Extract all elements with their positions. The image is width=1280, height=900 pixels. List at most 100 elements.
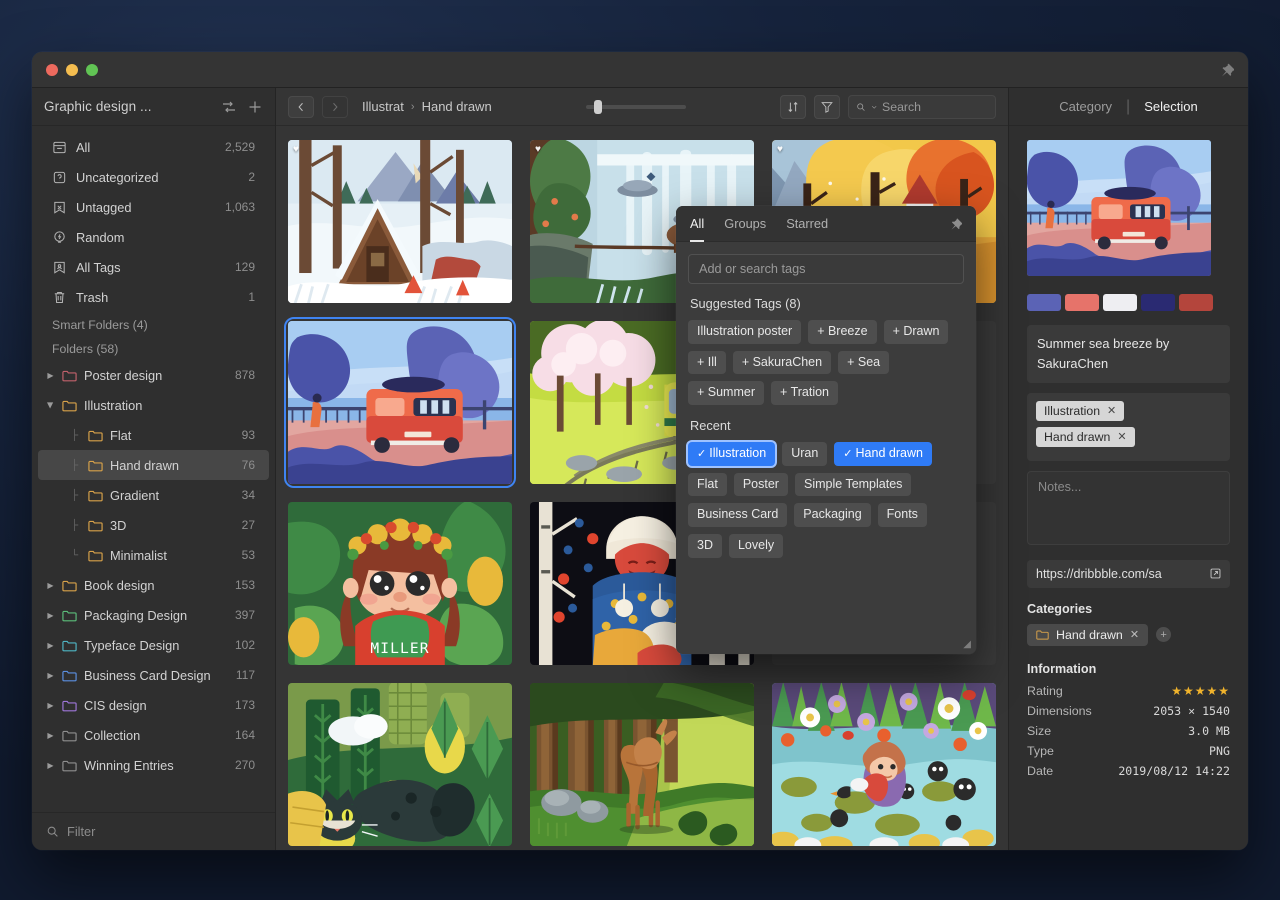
grid-tile-cat-in-leaves[interactable] [288, 683, 512, 846]
sidebar-folder-cis-design[interactable]: ▶CIS design173 [38, 690, 269, 720]
resize-grip[interactable]: ◢ [963, 639, 971, 650]
plus-icon[interactable] [247, 99, 263, 115]
sidebar-folder-business-card-design[interactable]: ▶Business Card Design117 [38, 660, 269, 690]
item-tag-pill[interactable]: Hand drawn✕ [1036, 427, 1135, 447]
slider-knob[interactable] [594, 100, 602, 114]
sidebar-folder-collection[interactable]: ▶Collection164 [38, 720, 269, 750]
sidebar-item-random[interactable]: Random [38, 222, 269, 252]
color-swatch[interactable] [1027, 294, 1061, 311]
sidebar-folder-typeface-design[interactable]: ▶Typeface Design102 [38, 630, 269, 660]
disclosure-triangle[interactable]: ▶ [46, 701, 55, 710]
sidebar-folder-illustration[interactable]: ▶Illustration [38, 390, 269, 420]
remove-category-icon[interactable]: ✕ [1130, 628, 1139, 641]
disclosure-triangle[interactable]: ▶ [46, 641, 55, 650]
forward-button[interactable] [322, 96, 348, 118]
search-input[interactable] [882, 100, 988, 114]
recent-tag-chip[interactable]: Flat [688, 473, 727, 497]
disclosure-triangle[interactable]: ▶ [46, 401, 55, 410]
recent-tag-chip[interactable]: Simple Templates [795, 473, 911, 497]
recent-tag-chip[interactable]: Fonts [878, 503, 927, 527]
suggested-tag-chip[interactable]: + SakuraChen [733, 351, 831, 375]
disclosure-triangle[interactable]: ▶ [46, 761, 55, 770]
recent-tag-chip[interactable]: 3D [688, 534, 722, 558]
disclosure-triangle[interactable]: ▶ [46, 611, 55, 620]
favorite-heart-icon[interactable]: ♥ [535, 144, 541, 155]
minimize-button[interactable] [66, 64, 78, 76]
recent-tag-chip[interactable]: Packaging [794, 503, 870, 527]
sidebar-item-all-tags[interactable]: All Tags 129 [38, 252, 269, 282]
filter-input[interactable] [67, 824, 261, 839]
tag-search-input[interactable] [688, 254, 964, 284]
recent-tag-chip[interactable]: Poster [734, 473, 788, 497]
smart-folders-label[interactable]: Smart Folders (4) [32, 312, 275, 336]
sidebar-folder-flat[interactable]: ├Flat93 [38, 420, 269, 450]
suggested-tag-chip[interactable]: + Drawn [884, 320, 949, 344]
color-swatch[interactable] [1065, 294, 1099, 311]
recent-tag-chip[interactable]: ✓Hand drawn [834, 442, 932, 466]
item-tags[interactable]: Illustration✕ Hand drawn✕ [1027, 393, 1230, 461]
suggested-tag-chip[interactable]: + Tration [771, 381, 838, 405]
grid-tile-orange-van-seaside[interactable] [288, 321, 512, 484]
sidebar-folder-3d[interactable]: ├3D27 [38, 510, 269, 540]
sort-icon[interactable] [221, 99, 237, 115]
sidebar-folder-book-design[interactable]: ▶Book design153 [38, 570, 269, 600]
breadcrumb-current[interactable]: Hand drawn [422, 99, 492, 114]
selection-preview[interactable] [1027, 140, 1211, 276]
sidebar-item-uncategorized[interactable]: Uncategorized 2 [38, 162, 269, 192]
notes-field[interactable] [1027, 471, 1230, 545]
suggested-tag-chip[interactable]: + Summer [688, 381, 764, 405]
color-swatch[interactable] [1103, 294, 1137, 311]
recent-tag-chip[interactable]: ✓Illustration [688, 442, 775, 466]
sidebar-item-untagged[interactable]: Untagged 1,063 [38, 192, 269, 222]
tab-starred[interactable]: Starred [786, 206, 828, 242]
remove-tag-icon[interactable]: ✕ [1107, 404, 1116, 417]
category-pill[interactable]: Hand drawn ✕ [1027, 624, 1148, 646]
favorite-heart-icon[interactable]: ♥ [293, 144, 299, 155]
tab-groups[interactable]: Groups [724, 206, 766, 242]
recent-tag-chip[interactable]: Lovely [729, 534, 783, 558]
filter-button[interactable] [814, 95, 840, 119]
sidebar-folder-hand-drawn[interactable]: ├Hand drawn76 [38, 450, 269, 480]
pin-icon[interactable] [1218, 62, 1234, 78]
zoom-button[interactable] [86, 64, 98, 76]
sort-button[interactable] [780, 95, 806, 119]
sidebar-folder-poster-design[interactable]: ▶Poster design878 [38, 360, 269, 390]
pin-icon[interactable] [948, 217, 962, 231]
breadcrumb-parent[interactable]: Illustrat [362, 99, 404, 114]
sidebar-item-all[interactable]: All 2,529 [38, 132, 269, 162]
sidebar-folder-minimalist[interactable]: └Minimalist53 [38, 540, 269, 570]
tab-all[interactable]: All [690, 206, 704, 242]
rating-stars[interactable]: ★★★★★ [1092, 684, 1230, 698]
source-url-input[interactable] [1036, 567, 1200, 581]
sidebar-folder-gradient[interactable]: ├Gradient34 [38, 480, 269, 510]
item-tag-pill[interactable]: Illustration✕ [1036, 401, 1124, 421]
recent-tag-chip[interactable]: Uran [782, 442, 827, 466]
library-title[interactable]: Graphic design ... [44, 99, 211, 114]
remove-tag-icon[interactable]: ✕ [1117, 430, 1126, 443]
thumbnail-size-slider[interactable] [586, 105, 686, 109]
folders-label[interactable]: Folders (58) [32, 336, 275, 360]
favorite-heart-icon[interactable]: ♥ [777, 144, 783, 155]
recent-tag-chip[interactable]: Business Card [688, 503, 787, 527]
back-button[interactable] [288, 96, 314, 118]
sidebar-item-trash[interactable]: Trash 1 [38, 282, 269, 312]
suggested-tag-chip[interactable]: + Breeze [808, 320, 876, 344]
color-swatch[interactable] [1141, 294, 1175, 311]
suggested-tag-chip[interactable]: + Sea [838, 351, 889, 375]
sidebar-scroll[interactable]: All 2,529 Uncategorized 2 Untagged 1,063 [32, 126, 275, 812]
sidebar-folder-winning-entries[interactable]: ▶Winning Entries270 [38, 750, 269, 780]
tab-selection[interactable]: Selection [1144, 99, 1197, 114]
search-box[interactable] [848, 95, 996, 119]
plus-circle-icon[interactable]: + [1156, 627, 1171, 642]
chevron-down-icon[interactable] [871, 103, 877, 111]
disclosure-triangle[interactable]: ▶ [46, 371, 55, 380]
open-url-button[interactable] [1200, 560, 1230, 588]
grid-tile-flower-crown-girl-miller[interactable]: MILLER [288, 502, 512, 665]
tab-category[interactable]: Category [1059, 99, 1112, 114]
suggested-tag-chip[interactable]: Illustration poster [688, 320, 801, 344]
sidebar-folder-packaging-design[interactable]: ▶Packaging Design397 [38, 600, 269, 630]
close-button[interactable] [46, 64, 58, 76]
grid-tile-snowy-cabin-forest[interactable]: ♥ [288, 140, 512, 303]
grid-tile-girl-in-flower-pond[interactable] [772, 683, 996, 846]
grid-tile-deer-in-forest[interactable] [530, 683, 754, 846]
